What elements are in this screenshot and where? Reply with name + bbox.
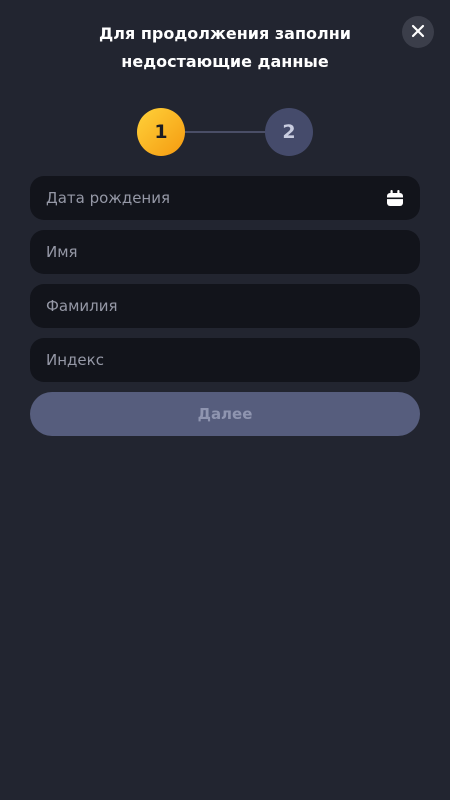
last-name-placeholder: Фамилия	[46, 297, 118, 315]
first-name-field[interactable]: Имя	[30, 230, 420, 274]
last-name-field[interactable]: Фамилия	[30, 284, 420, 328]
stepper: 1 2	[137, 108, 313, 156]
postal-index-placeholder: Индекс	[46, 351, 104, 369]
birth-date-placeholder: Дата рождения	[46, 189, 170, 207]
postal-index-field[interactable]: Индекс	[30, 338, 420, 382]
step-1-indicator: 1	[137, 108, 185, 156]
birth-date-field[interactable]: Дата рождения	[30, 176, 420, 220]
page-title-line-2: недостающие данные	[121, 52, 329, 71]
stepper-connector	[183, 131, 267, 133]
page-title: Для продолжения заполни недостающие данн…	[60, 20, 390, 76]
step-1-label: 1	[154, 121, 168, 143]
calendar-icon[interactable]	[386, 189, 404, 207]
close-icon	[411, 23, 425, 42]
next-button[interactable]: Далее	[30, 392, 420, 436]
fill-missing-data-screen: Для продолжения заполни недостающие данн…	[0, 0, 450, 800]
step-2-indicator: 2	[265, 108, 313, 156]
first-name-placeholder: Имя	[46, 243, 78, 261]
page-title-line-1: Для продолжения заполни	[99, 24, 351, 43]
step-2-label: 2	[282, 121, 296, 143]
close-button[interactable]	[402, 16, 434, 48]
